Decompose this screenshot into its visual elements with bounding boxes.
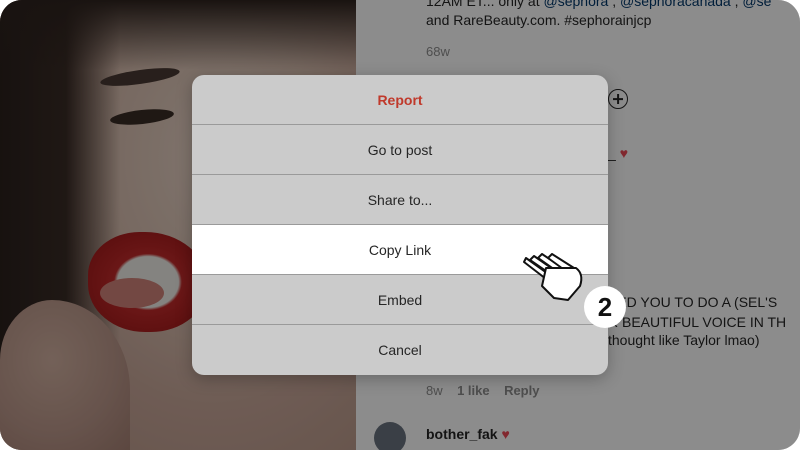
hand-pointer-icon — [523, 253, 583, 301]
screen-frame: 12AM ET... only at @sephora , @sephoraca… — [0, 0, 800, 450]
cancel-button[interactable]: Cancel — [192, 325, 608, 375]
report-button[interactable]: Report — [192, 75, 608, 125]
post-options-menu: Report Go to post Share to... Copy Link … — [192, 75, 608, 375]
share-to-button[interactable]: Share to... — [192, 175, 608, 225]
step-badge: 2 — [584, 286, 626, 328]
go-to-post-button[interactable]: Go to post — [192, 125, 608, 175]
